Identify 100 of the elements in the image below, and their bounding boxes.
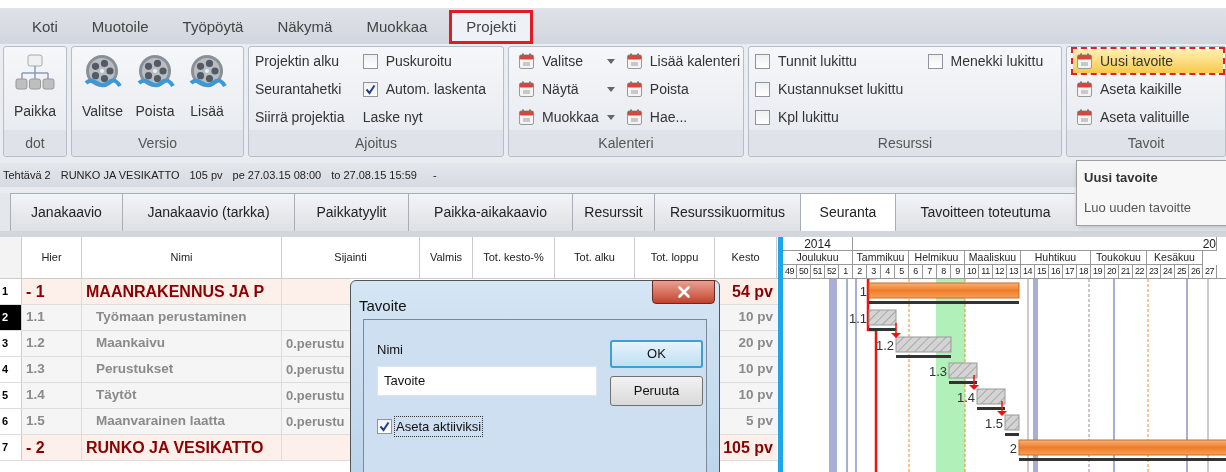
- status-start: pe 27.03.15 08:00: [232, 167, 322, 183]
- table-cell: 0.perustu: [282, 357, 350, 382]
- view-tab[interactable]: Tavoitteen toteutuma: [895, 193, 1075, 231]
- view-tab[interactable]: Paikkatyylit: [294, 193, 408, 231]
- table-cell: 0.perustu: [282, 331, 350, 356]
- menu-tab[interactable]: Koti: [20, 10, 70, 44]
- bar-label: 1: [859, 284, 867, 299]
- status-task: Tehtävä 2: [3, 167, 51, 183]
- week-label: 51: [813, 267, 822, 276]
- checkbox[interactable]: [362, 53, 378, 69]
- summary-bar[interactable]: [868, 282, 1020, 299]
- caret-icon: [606, 114, 615, 120]
- week-label: 52: [827, 267, 836, 276]
- task-bar[interactable]: [1004, 414, 1020, 431]
- table-cell: RUNKO JA VESIKATTO: [82, 435, 282, 460]
- ribbon-command[interactable]: Hae...: [622, 105, 743, 129]
- table-cell: 0.perustu: [282, 383, 350, 408]
- column-header[interactable]: Tot. alku: [555, 237, 635, 278]
- ribbon-command[interactable]: Projektin alku: [255, 49, 359, 73]
- table-cell: 54 pv: [715, 279, 777, 304]
- menu-tab[interactable]: Näkymä: [265, 10, 345, 44]
- column-header[interactable]: Sijainti: [282, 237, 420, 278]
- ribbon-command[interactable]: Seurantahetki: [255, 77, 359, 101]
- week-label: 13: [1009, 267, 1018, 276]
- task-bar[interactable]: [895, 336, 952, 353]
- ribbon-button[interactable]: Valitse: [78, 49, 127, 122]
- checkbox[interactable]: [362, 81, 378, 97]
- week-label: 4: [885, 267, 890, 276]
- week-label: 20: [1107, 267, 1116, 276]
- status-name: RUNKO JA VESIKATTO: [60, 167, 180, 183]
- row-number[interactable]: 3: [0, 331, 22, 356]
- ribbon-command[interactable]: Poista: [622, 77, 743, 101]
- status-extra: -: [432, 167, 437, 183]
- menu-tab[interactable]: Muokkaa: [354, 10, 440, 44]
- table-cell: Täytöt: [82, 383, 282, 408]
- task-bar[interactable]: [976, 388, 1006, 405]
- menu-tab[interactable]: Projekti: [449, 10, 534, 44]
- row-number[interactable]: 1: [0, 279, 22, 304]
- cancel-button[interactable]: Peruuta: [610, 376, 703, 406]
- ribbon-command[interactable]: Lisää kalenteri: [622, 49, 743, 73]
- baseline-bar: [869, 328, 896, 331]
- column-header[interactable]: Tot. kesto-%: [473, 237, 555, 278]
- summary-bar[interactable]: [1018, 439, 1226, 456]
- calendar-icon: [519, 81, 534, 97]
- checkbox[interactable]: [755, 53, 770, 69]
- row-number[interactable]: 7: [0, 435, 22, 460]
- name-field[interactable]: Tavoite: [377, 365, 597, 396]
- task-bar[interactable]: [868, 309, 897, 326]
- checkbox[interactable]: [377, 418, 392, 434]
- view-tab[interactable]: Resurssit: [572, 193, 654, 231]
- hierarchy-icon: [15, 53, 55, 93]
- ribbon-command[interactable]: Laske nyt: [362, 105, 497, 129]
- menu-tab[interactable]: Muotoile: [79, 10, 161, 44]
- view-tab[interactable]: Janakaavio: [10, 193, 122, 231]
- ribbon-command[interactable]: Näytä: [515, 77, 619, 101]
- ribbon-command[interactable]: Aseta valituille: [1073, 105, 1223, 129]
- row-number[interactable]: 6: [0, 409, 22, 434]
- view-tab[interactable]: Seuranta: [800, 193, 895, 231]
- row-number[interactable]: 2: [0, 305, 22, 330]
- checkbox[interactable]: [755, 81, 770, 97]
- table-cell: [282, 305, 350, 330]
- ribbon-button[interactable]: Poista: [131, 49, 179, 122]
- table-cell: Maankaivu: [82, 331, 282, 356]
- week-label: 7: [927, 267, 932, 276]
- check-icon: [379, 420, 390, 432]
- ribbon-button[interactable]: Paikka: [10, 49, 61, 122]
- view-tab[interactable]: Janakaavio (tarkka): [122, 193, 294, 231]
- column-header[interactable]: Kesto: [715, 237, 777, 278]
- task-bar[interactable]: [948, 362, 978, 379]
- menu-tab[interactable]: Työpöytä: [170, 10, 256, 44]
- table-cell: Työmaan perustaminen: [82, 305, 282, 330]
- ribbon-command[interactable]: Muokkaa: [515, 105, 619, 129]
- checkbox-label: Aseta aktiiviksi: [394, 415, 484, 437]
- week-label: 14: [1023, 267, 1032, 276]
- table-cell: 1.2: [22, 331, 82, 356]
- checkbox[interactable]: [927, 53, 943, 69]
- week-label: 10: [967, 267, 976, 276]
- column-header[interactable]: Tot. loppu: [635, 237, 715, 278]
- ribbon-command[interactable]: Siirrä projektia: [255, 105, 359, 129]
- column-header[interactable]: Hier: [22, 237, 82, 278]
- week-label: 19: [1093, 267, 1102, 276]
- row-number[interactable]: 5: [0, 383, 22, 408]
- view-tab[interactable]: Resurssikuormitus: [654, 193, 800, 231]
- baseline-bar: [1005, 433, 1019, 436]
- table-cell: - 2: [22, 435, 82, 460]
- view-tab[interactable]: Paikka-aikakaavio: [408, 193, 572, 231]
- week-label: 11: [981, 267, 990, 276]
- ok-button[interactable]: OK: [610, 340, 703, 368]
- close-button[interactable]: [652, 280, 715, 304]
- ribbon-command[interactable]: Aseta kaikille: [1073, 77, 1223, 101]
- month-label: Huhtikuu: [1034, 249, 1077, 265]
- ribbon-button[interactable]: Lisää: [183, 49, 231, 122]
- week-label: 8: [941, 267, 946, 276]
- column-header[interactable]: Nimi: [82, 237, 282, 278]
- column-header[interactable]: Valmis: [420, 237, 473, 278]
- checkbox[interactable]: [755, 109, 770, 125]
- ribbon-command[interactable]: Valitse: [515, 49, 619, 73]
- ribbon-command[interactable]: Uusi tavoite: [1073, 49, 1223, 73]
- dialog-title: Tavoite: [359, 296, 407, 316]
- row-number[interactable]: 4: [0, 357, 22, 382]
